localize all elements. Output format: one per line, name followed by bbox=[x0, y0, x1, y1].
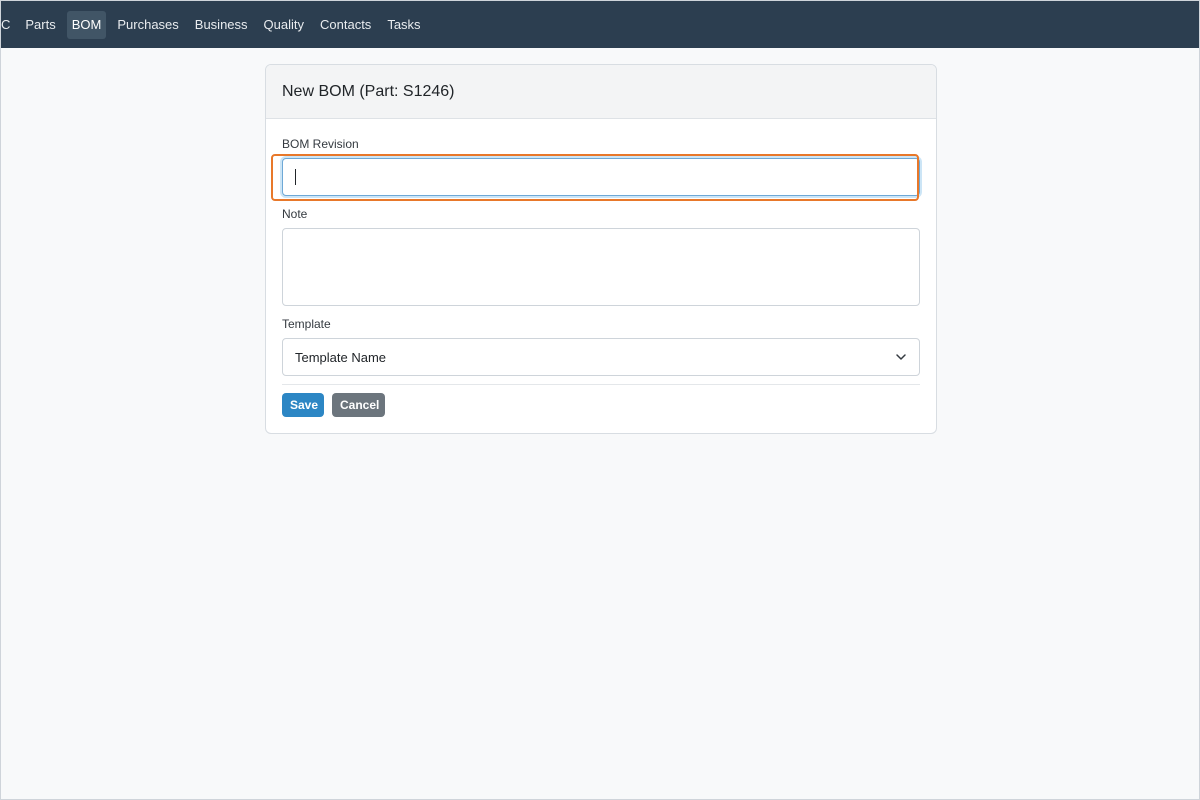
template-select[interactable]: Template Name bbox=[282, 338, 920, 376]
note-textarea[interactable] bbox=[282, 228, 920, 306]
chevron-down-icon bbox=[896, 354, 906, 360]
bom-revision-label: BOM Revision bbox=[282, 137, 359, 151]
app-window: C Parts BOM Purchases Business Quality C… bbox=[0, 0, 1200, 800]
nav-item-business[interactable]: Business bbox=[190, 11, 253, 39]
text-cursor bbox=[295, 169, 296, 185]
nav-item-tasks[interactable]: Tasks bbox=[382, 11, 425, 39]
nav-item-quality[interactable]: Quality bbox=[259, 11, 309, 39]
nav-item-bom[interactable]: BOM bbox=[66, 10, 107, 39]
nav-item-purchases[interactable]: Purchases bbox=[112, 11, 183, 39]
page-title: New BOM (Part: S1246) bbox=[282, 82, 455, 100]
save-button[interactable]: Save bbox=[282, 393, 324, 417]
top-navbar: C Parts BOM Purchases Business Quality C… bbox=[1, 1, 1199, 48]
new-bom-card: New BOM (Part: S1246) BOM Revision Note … bbox=[265, 64, 937, 434]
note-label: Note bbox=[282, 207, 308, 221]
nav-item-parts[interactable]: Parts bbox=[20, 11, 60, 39]
bom-revision-input[interactable] bbox=[282, 158, 920, 196]
nav-item-c[interactable]: C bbox=[0, 11, 15, 39]
template-label: Template bbox=[282, 317, 331, 331]
nav-item-contacts[interactable]: Contacts bbox=[315, 11, 376, 39]
form-divider bbox=[282, 384, 920, 385]
card-header: New BOM (Part: S1246) bbox=[266, 65, 936, 119]
template-selected-value: Template Name bbox=[295, 349, 387, 365]
cancel-button[interactable]: Cancel bbox=[332, 393, 385, 417]
